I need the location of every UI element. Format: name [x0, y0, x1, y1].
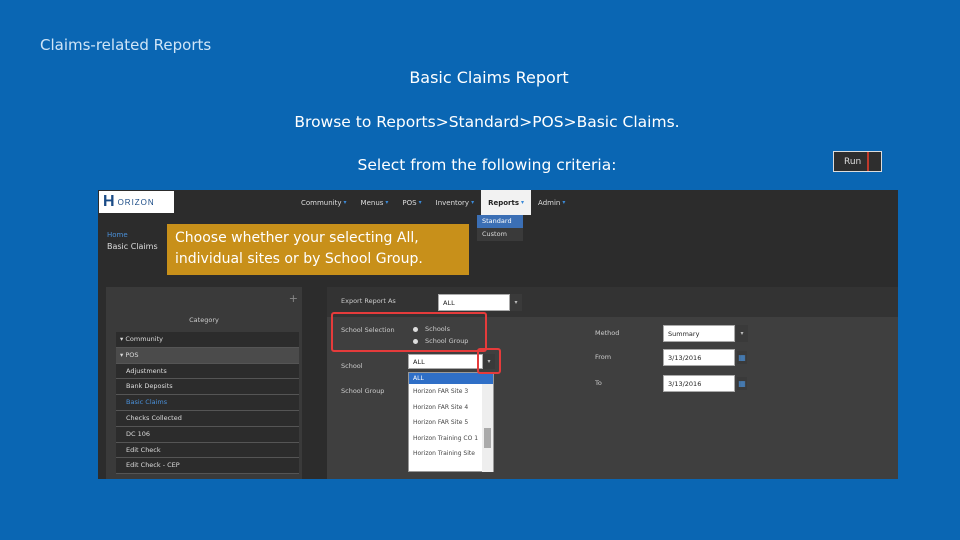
- nav-inventory[interactable]: Inventory ▾: [429, 190, 481, 215]
- logo-wordmark: ORIZON: [117, 197, 155, 207]
- logo-mark: H: [103, 193, 115, 210]
- breadcrumb-home[interactable]: Home: [107, 231, 128, 239]
- to-label: To: [595, 379, 602, 387]
- to-date-input[interactable]: 3/13/2016: [663, 375, 735, 392]
- calendar-icon[interactable]: ▦: [737, 351, 747, 364]
- nav-menus-label: Menus: [360, 198, 384, 207]
- sidebar-item-bank-deposits[interactable]: Bank Deposits: [116, 379, 299, 396]
- menu-item-standard[interactable]: Standard: [477, 215, 523, 228]
- chevron-down-icon: ▾: [418, 199, 422, 206]
- school-option[interactable]: Horizon Training CO 1: [409, 431, 493, 447]
- sidebar-item-adjustments[interactable]: Adjustments: [116, 363, 299, 380]
- scroll-thumb[interactable]: [484, 428, 491, 448]
- plus-icon[interactable]: +: [289, 292, 298, 305]
- nav-menus[interactable]: Menus ▾: [354, 190, 396, 215]
- instruction-criteria: Select from the following criteria:: [357, 156, 617, 174]
- chevron-down-icon[interactable]: ▾: [736, 325, 748, 342]
- chevron-down-icon: ▾: [562, 199, 566, 206]
- nav-pos-label: POS: [402, 198, 417, 207]
- sidebar-item-basic-claims[interactable]: Basic Claims: [116, 395, 299, 411]
- export-select[interactable]: ALL: [438, 294, 510, 311]
- sidebar-item-edit-check-cep[interactable]: Edit Check - CEP: [116, 458, 299, 475]
- sidebar-item-label: POS: [125, 350, 139, 359]
- run-button[interactable]: Run: [833, 151, 882, 172]
- chevron-down-icon: ▾: [521, 199, 525, 206]
- reports-dropdown: Standard Custom: [477, 215, 523, 241]
- chevron-down-icon: ▾: [385, 199, 389, 206]
- method-label: Method: [595, 329, 620, 337]
- from-date-input[interactable]: 3/13/2016: [663, 349, 735, 366]
- list-scrollbar[interactable]: [482, 384, 493, 472]
- nav-reports[interactable]: Reports ▾: [481, 190, 532, 215]
- sidebar-item-community[interactable]: ▾ Community: [116, 332, 299, 348]
- top-nav: Community ▾ Menus ▾ POS ▾ Inventory ▾ Report…: [294, 190, 572, 215]
- chevron-down-icon: ▾: [343, 199, 347, 206]
- sidebar-item-edit-check[interactable]: Edit Check: [116, 442, 299, 459]
- slide-kicker: Claims-related Reports: [40, 36, 212, 54]
- chevron-down-icon: ▾: [471, 199, 475, 206]
- school-option[interactable]: ALL: [409, 373, 493, 384]
- nav-admin-label: Admin: [538, 198, 561, 207]
- sidebar-item-pos[interactable]: ▾ POS: [116, 347, 299, 364]
- instruction-callout: Choose whether your selecting All, indiv…: [167, 224, 469, 275]
- nav-community-label: Community: [301, 198, 342, 207]
- sidebar-item-checks-collected[interactable]: Checks Collected: [116, 410, 299, 427]
- nav-pos[interactable]: POS ▾: [395, 190, 428, 215]
- method-select[interactable]: Summary: [663, 325, 735, 342]
- nav-inventory-label: Inventory: [435, 198, 470, 207]
- menu-item-custom[interactable]: Custom: [477, 228, 523, 241]
- category-list: ▾ Community ▾ POS Adjustments Bank Depos…: [116, 332, 299, 475]
- school-option[interactable]: Horizon FAR Site 4: [409, 400, 493, 416]
- nav-reports-label: Reports: [488, 198, 520, 207]
- sidebar-item-dc-106[interactable]: DC 106: [116, 426, 299, 443]
- school-option[interactable]: Horizon FAR Site 3: [409, 384, 493, 400]
- calendar-icon[interactable]: ▦: [737, 377, 747, 390]
- sidebar-heading: Category: [189, 316, 219, 324]
- nav-admin[interactable]: Admin ▾: [531, 190, 572, 215]
- nav-community[interactable]: Community ▾: [294, 190, 354, 215]
- school-select[interactable]: ALL: [408, 354, 483, 369]
- chevron-down-icon[interactable]: ▾: [510, 294, 522, 311]
- school-options-list: ALL Horizon FAR Site 3 Horizon FAR Site …: [408, 372, 494, 472]
- instruction-browse: Browse to Reports>Standard>POS>Basic Cla…: [294, 113, 680, 131]
- callout-line-2: individual sites or by School Group.: [175, 251, 423, 267]
- horizon-logo: H ORIZON: [99, 191, 174, 213]
- sidebar-item-label: Community: [125, 335, 163, 343]
- page-title: Basic Claims: [107, 242, 158, 251]
- school-option[interactable]: Horizon FAR Site 5: [409, 415, 493, 431]
- school-group-label: School Group: [341, 387, 385, 395]
- slide-title: Basic Claims Report: [409, 68, 569, 87]
- school-label: School: [341, 362, 363, 370]
- highlight-school-selection: [331, 312, 487, 352]
- callout-line-1: Choose whether your selecting All,: [175, 230, 419, 246]
- export-label: Export Report As: [341, 297, 396, 305]
- category-sidebar: + Category ▾ Community ▾ POS Adjustments…: [106, 287, 302, 479]
- highlight-school-dropdown: [477, 348, 501, 374]
- school-option[interactable]: Horizon Training Site: [409, 446, 493, 462]
- from-label: From: [595, 353, 612, 361]
